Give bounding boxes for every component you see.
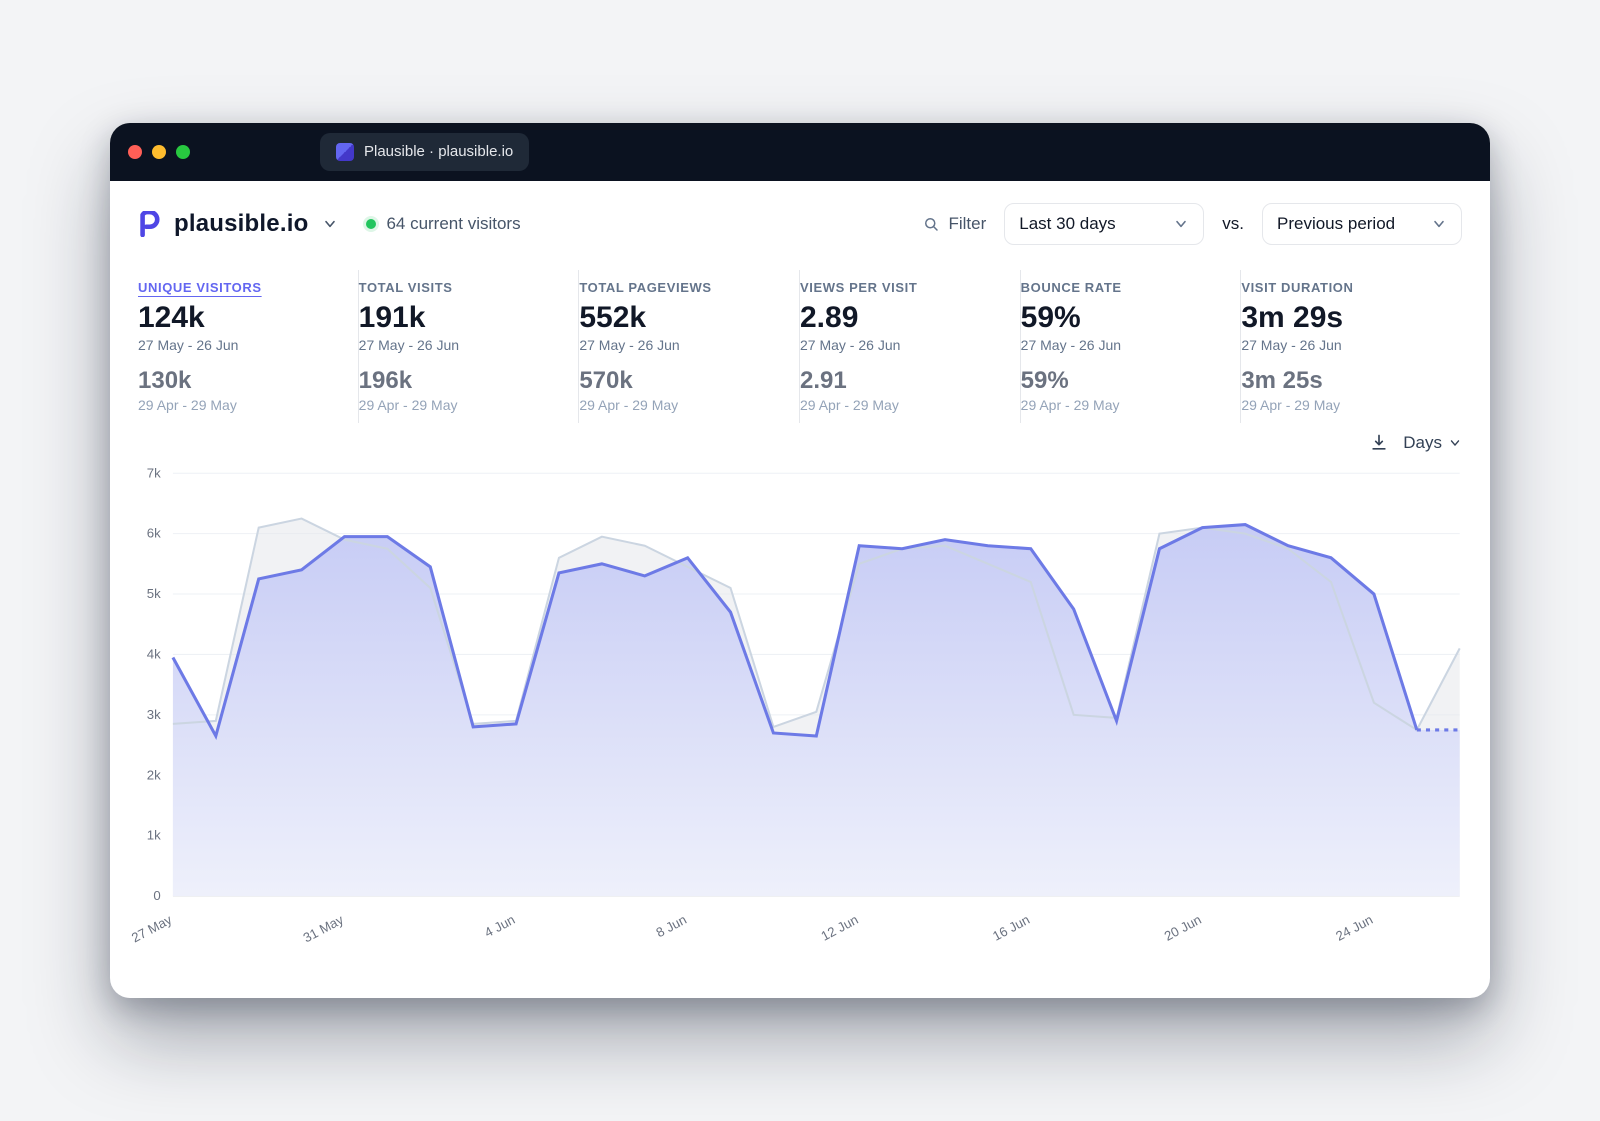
metric-unique-visitors[interactable]: UNIQUE VISITORS 124k 27 May - 26 Jun 130…: [138, 270, 359, 423]
chevron-down-icon: [1431, 216, 1447, 232]
metrics-row: UNIQUE VISITORS 124k 27 May - 26 Jun 130…: [110, 254, 1490, 427]
metric-range: 27 May - 26 Jun: [1241, 337, 1444, 353]
svg-text:1k: 1k: [147, 828, 161, 843]
browser-tab-title: Plausible · plausible.io: [364, 143, 513, 160]
metric-label: VIEWS PER VISIT: [800, 280, 1002, 295]
svg-text:24 Jun: 24 Jun: [1333, 912, 1375, 944]
interval-label: Days: [1403, 433, 1442, 453]
chevron-down-icon: [1448, 436, 1462, 450]
metric-visit-duration[interactable]: VISIT DURATION 3m 29s 27 May - 26 Jun 3m…: [1241, 270, 1462, 423]
metric-prev-range: 29 Apr - 29 May: [579, 397, 781, 413]
metric-range: 27 May - 26 Jun: [800, 337, 1002, 353]
metric-value: 59%: [1021, 301, 1223, 335]
chevron-down-icon: [322, 216, 338, 232]
metric-range: 27 May - 26 Jun: [138, 337, 340, 353]
svg-text:12 Jun: 12 Jun: [819, 912, 861, 944]
svg-text:31 May: 31 May: [301, 912, 347, 946]
metric-label: TOTAL PAGEVIEWS: [579, 280, 781, 295]
live-dot-icon: [366, 219, 376, 229]
metric-prev-value: 570k: [579, 367, 781, 395]
svg-text:6k: 6k: [147, 526, 161, 541]
app-window: Plausible · plausible.io plausible.io 64…: [110, 123, 1490, 998]
metric-label: BOUNCE RATE: [1021, 280, 1223, 295]
svg-text:8 Jun: 8 Jun: [653, 912, 689, 940]
download-icon[interactable]: [1369, 433, 1389, 453]
visitors-chart: 0 1k 2k 3k 4k 5k 6k 7k 27 May 31 May 4 Jun 8 Jun 12…: [116, 459, 1478, 967]
metric-value: 552k: [579, 301, 781, 335]
metric-prev-range: 29 Apr - 29 May: [138, 397, 340, 413]
chart-area: 0 1k 2k 3k 4k 5k 6k 7k 27 May 31 May 4 Jun 8 Jun 12…: [110, 453, 1490, 998]
svg-text:4k: 4k: [147, 646, 161, 661]
live-visitors[interactable]: 64 current visitors: [366, 214, 520, 234]
metric-value: 124k: [138, 301, 340, 335]
metric-value: 2.89: [800, 301, 1002, 335]
vs-label: vs.: [1222, 214, 1244, 234]
filter-button[interactable]: Filter: [922, 214, 986, 234]
live-visitors-label: 64 current visitors: [386, 214, 520, 234]
metric-prev-range: 29 Apr - 29 May: [359, 397, 561, 413]
titlebar: Plausible · plausible.io: [110, 123, 1490, 181]
site-switcher[interactable]: plausible.io: [138, 210, 338, 238]
metric-range: 27 May - 26 Jun: [579, 337, 781, 353]
period-select[interactable]: Last 30 days: [1004, 203, 1204, 245]
zoom-icon[interactable]: [176, 145, 190, 159]
metric-prev-value: 59%: [1021, 367, 1223, 395]
metric-label: VISIT DURATION: [1241, 280, 1444, 295]
metric-prev-range: 29 Apr - 29 May: [1021, 397, 1223, 413]
metric-range: 27 May - 26 Jun: [359, 337, 561, 353]
metric-label: TOTAL VISITS: [359, 280, 561, 295]
svg-text:0: 0: [153, 888, 160, 903]
period-selected: Last 30 days: [1019, 214, 1115, 234]
metric-value: 191k: [359, 301, 561, 335]
svg-text:27 May: 27 May: [129, 912, 175, 946]
metric-prev-range: 29 Apr - 29 May: [1241, 397, 1444, 413]
metric-prev-value: 196k: [359, 367, 561, 395]
page-header: plausible.io 64 current visitors Filter …: [110, 181, 1490, 254]
brand-logo-icon: [138, 211, 160, 237]
metric-prev-value: 130k: [138, 367, 340, 395]
svg-text:4 Jun: 4 Jun: [482, 912, 518, 940]
metric-prev-range: 29 Apr - 29 May: [800, 397, 1002, 413]
compare-select[interactable]: Previous period: [1262, 203, 1462, 245]
window-controls: [128, 145, 190, 159]
metric-bounce-rate[interactable]: BOUNCE RATE 59% 27 May - 26 Jun 59% 29 A…: [1021, 270, 1242, 423]
metric-label: UNIQUE VISITORS: [138, 280, 340, 295]
minimize-icon[interactable]: [152, 145, 166, 159]
close-icon[interactable]: [128, 145, 142, 159]
svg-text:20 Jun: 20 Jun: [1162, 912, 1204, 944]
svg-text:16 Jun: 16 Jun: [990, 912, 1032, 944]
interval-select[interactable]: Days: [1403, 433, 1462, 453]
metric-value: 3m 29s: [1241, 301, 1444, 335]
metric-prev-value: 3m 25s: [1241, 367, 1444, 395]
svg-text:2k: 2k: [147, 767, 161, 782]
metric-total-visits[interactable]: TOTAL VISITS 191k 27 May - 26 Jun 196k 2…: [359, 270, 580, 423]
metric-views-per-visit[interactable]: VIEWS PER VISIT 2.89 27 May - 26 Jun 2.9…: [800, 270, 1021, 423]
favicon-icon: [336, 143, 354, 161]
search-icon: [922, 215, 940, 233]
metric-prev-value: 2.91: [800, 367, 1002, 395]
svg-text:7k: 7k: [147, 465, 161, 480]
svg-text:5k: 5k: [147, 586, 161, 601]
site-name: plausible.io: [174, 210, 308, 238]
metric-range: 27 May - 26 Jun: [1021, 337, 1223, 353]
metric-total-pageviews[interactable]: TOTAL PAGEVIEWS 552k 27 May - 26 Jun 570…: [579, 270, 800, 423]
chevron-down-icon: [1173, 216, 1189, 232]
chart-toolbar: Days: [110, 427, 1490, 453]
browser-tab[interactable]: Plausible · plausible.io: [320, 133, 529, 171]
compare-selected: Previous period: [1277, 214, 1395, 234]
svg-text:3k: 3k: [147, 707, 161, 722]
filter-label: Filter: [948, 214, 986, 234]
